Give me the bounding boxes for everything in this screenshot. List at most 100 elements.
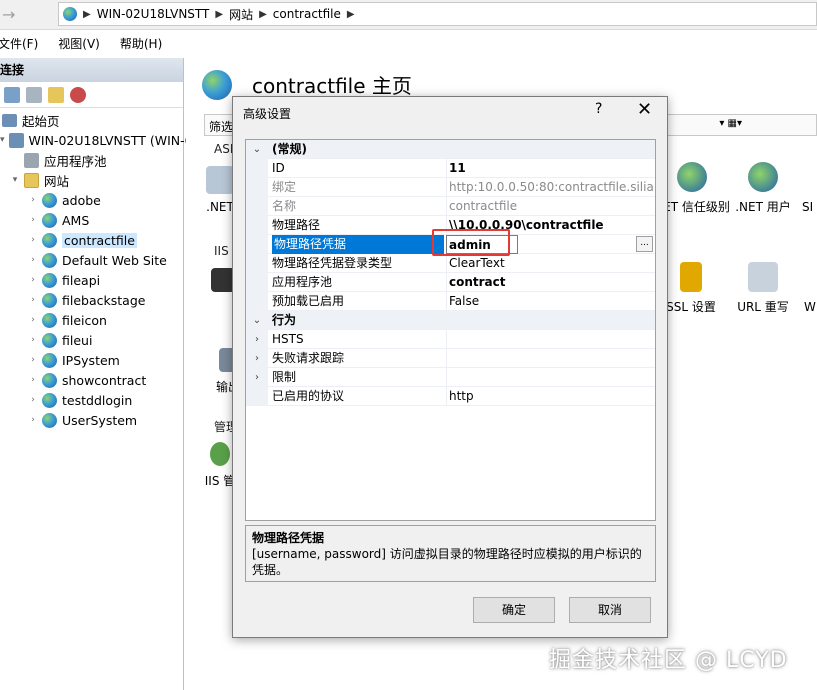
chevron-right-icon[interactable]: › bbox=[28, 295, 38, 305]
row-logon-type[interactable]: 物理路径凭据登录类型 ClearText bbox=[246, 254, 655, 273]
description-box: 物理路径凭据 [username, password] 访问虚拟目录的物理路径时… bbox=[245, 525, 656, 582]
address-box[interactable]: ▶ WIN-02U18LVNSTT ▶ 网站 ▶ contractfile ▶ bbox=[58, 2, 817, 26]
globe-icon bbox=[42, 372, 57, 388]
tree-item-site[interactable]: › testddlogin bbox=[0, 390, 183, 410]
globe-icon bbox=[42, 272, 57, 288]
row-enabled-protocols[interactable]: 已启用的协议 http bbox=[246, 387, 655, 406]
tree-item-label: contractfile bbox=[62, 232, 137, 248]
tree-item-label: adobe bbox=[62, 192, 101, 208]
row-app-pool[interactable]: 应用程序池 contract bbox=[246, 273, 655, 292]
url-rewrite-icon bbox=[748, 262, 778, 292]
tree-item-site[interactable]: › fileapi bbox=[0, 270, 183, 290]
row-limits[interactable]: › 限制 bbox=[246, 368, 655, 387]
chevron-right-icon[interactable]: › bbox=[28, 415, 38, 425]
breadcrumb-server[interactable]: WIN-02U18LVNSTT bbox=[97, 7, 210, 21]
help-icon[interactable]: ? bbox=[595, 101, 602, 117]
tree-item-label: IPSystem bbox=[62, 352, 120, 368]
breadcrumb-site[interactable]: contractfile bbox=[273, 7, 341, 21]
tree-item-server[interactable]: ▾ WIN-02U18LVNSTT (WIN-0 bbox=[0, 130, 193, 150]
feature-net-users[interactable]: .NET 用户 bbox=[730, 162, 796, 215]
row-hsts[interactable]: › HSTS bbox=[246, 330, 655, 349]
tree-item-site[interactable]: › Default Web Site bbox=[0, 250, 183, 270]
tree-item-label: UserSystem bbox=[62, 412, 138, 428]
category-general[interactable]: ⌄ (常规) bbox=[246, 140, 655, 159]
tree-item-label: fileapi bbox=[62, 272, 101, 288]
tree-item-app-pools[interactable]: 应用程序池 bbox=[0, 150, 183, 170]
iis-manager-icon bbox=[210, 442, 230, 466]
chevron-down-icon[interactable]: ⌄ bbox=[246, 311, 268, 330]
chevron-right-icon[interactable]: › bbox=[28, 255, 38, 265]
ellipsis-button[interactable]: ... bbox=[636, 236, 653, 252]
connections-tree: 起始页 ▾ WIN-02U18LVNSTT (WIN-0 应用程序池 ▾ 网站 … bbox=[0, 108, 193, 430]
filter-label: 筛选 bbox=[209, 120, 234, 134]
dialog-title: 高级设置 bbox=[243, 107, 292, 121]
tree-item-site[interactable]: › adobe bbox=[0, 190, 183, 210]
back-arrow-icon[interactable]: → bbox=[2, 5, 15, 24]
chevron-down-icon[interactable]: ▾ bbox=[10, 175, 20, 185]
chevron-right-icon[interactable]: › bbox=[28, 335, 38, 345]
category-behavior[interactable]: ⌄ 行为 bbox=[246, 311, 655, 330]
close-icon[interactable]: ✕ bbox=[637, 99, 652, 120]
tree-item-site[interactable]: › fileicon bbox=[0, 310, 183, 330]
chevron-down-icon[interactable]: ▾ bbox=[0, 135, 5, 145]
tree-item-site[interactable]: › IPSystem bbox=[0, 350, 183, 370]
chevron-right-icon[interactable]: › bbox=[28, 315, 38, 325]
tree-item-site[interactable]: › filebackstage bbox=[0, 290, 183, 310]
feature-w[interactable]: W bbox=[804, 300, 817, 314]
row-binding[interactable]: 绑定 http:10.0.0.50:80:contractfile.silian… bbox=[246, 178, 655, 197]
disconnect-icon[interactable] bbox=[70, 86, 86, 103]
chevron-right-icon[interactable]: › bbox=[28, 355, 38, 365]
up-folder-icon[interactable] bbox=[48, 86, 64, 103]
chevron-right-icon[interactable]: › bbox=[28, 215, 38, 225]
globe-icon bbox=[42, 352, 57, 368]
chevron-right-icon[interactable]: ▶ bbox=[83, 9, 91, 20]
menu-file[interactable]: 文件(F) bbox=[0, 35, 38, 52]
chevron-right-icon[interactable]: › bbox=[246, 349, 268, 368]
connections-panel: 连接 起始页 ▾ WIN-02U18LVNSTT (WIN-0 应用程序池 ▾ … bbox=[0, 58, 193, 690]
chevron-right-icon[interactable]: ▶ bbox=[215, 9, 223, 20]
breadcrumb-sites[interactable]: 网站 bbox=[229, 6, 253, 23]
chevron-right-icon[interactable]: › bbox=[28, 395, 38, 405]
chevron-right-icon[interactable]: › bbox=[246, 368, 268, 387]
feature-s[interactable]: SI bbox=[802, 200, 817, 214]
menu-view[interactable]: 视图(V) bbox=[58, 35, 100, 52]
users-icon bbox=[748, 162, 778, 192]
tree-item-label: showcontract bbox=[62, 372, 147, 388]
chevron-right-icon[interactable]: › bbox=[28, 375, 38, 385]
trust-level-icon bbox=[677, 162, 707, 192]
menu-help[interactable]: 帮助(H) bbox=[120, 35, 162, 52]
advanced-settings-dialog: 高级设置 ? ✕ ⌄ (常规) ID 11 绑定 http:10.0.0.50:… bbox=[232, 96, 668, 638]
globe-icon bbox=[42, 252, 57, 268]
tree-item-site[interactable]: › showcontract bbox=[0, 370, 183, 390]
view-toggle-icon[interactable]: ▾ ▦▾ bbox=[719, 118, 742, 129]
connect-icon[interactable] bbox=[4, 86, 20, 103]
tree-item-start-page[interactable]: 起始页 bbox=[0, 110, 183, 130]
row-preload[interactable]: 预加载已启用 False bbox=[246, 292, 655, 311]
globe-icon bbox=[42, 312, 57, 328]
chevron-right-icon[interactable]: › bbox=[28, 195, 38, 205]
row-name[interactable]: 名称 contractfile bbox=[246, 197, 655, 216]
save-icon[interactable] bbox=[26, 86, 42, 103]
tree-item-label: filebackstage bbox=[62, 292, 146, 308]
tree-item-site[interactable]: › contractfile bbox=[0, 230, 183, 250]
tree-item-site[interactable]: › UserSystem bbox=[0, 410, 183, 430]
globe-icon bbox=[42, 292, 57, 308]
row-failed-request-tracing[interactable]: › 失败请求跟踪 bbox=[246, 349, 655, 368]
tree-item-label: AMS bbox=[62, 212, 90, 228]
ok-button[interactable]: 确定 bbox=[473, 597, 555, 623]
chevron-right-icon[interactable]: › bbox=[246, 330, 268, 349]
chevron-right-icon[interactable]: › bbox=[28, 275, 38, 285]
folder-icon bbox=[24, 172, 39, 188]
cancel-button[interactable]: 取消 bbox=[569, 597, 651, 623]
tree-item-sites[interactable]: ▾ 网站 bbox=[0, 170, 183, 190]
feature-url-rewrite[interactable]: URL 重写 bbox=[728, 262, 798, 315]
chevron-right-icon[interactable]: › bbox=[28, 235, 38, 245]
tree-item-label: fileicon bbox=[62, 312, 107, 328]
chevron-down-icon[interactable]: ⌄ bbox=[246, 140, 268, 159]
tree-item-site[interactable]: › fileui bbox=[0, 330, 183, 350]
row-id[interactable]: ID 11 bbox=[246, 159, 655, 178]
tree-item-site[interactable]: › AMS bbox=[0, 210, 183, 230]
chevron-right-icon[interactable]: ▶ bbox=[347, 9, 355, 20]
chevron-right-icon[interactable]: ▶ bbox=[259, 9, 267, 20]
home-icon bbox=[2, 113, 17, 127]
